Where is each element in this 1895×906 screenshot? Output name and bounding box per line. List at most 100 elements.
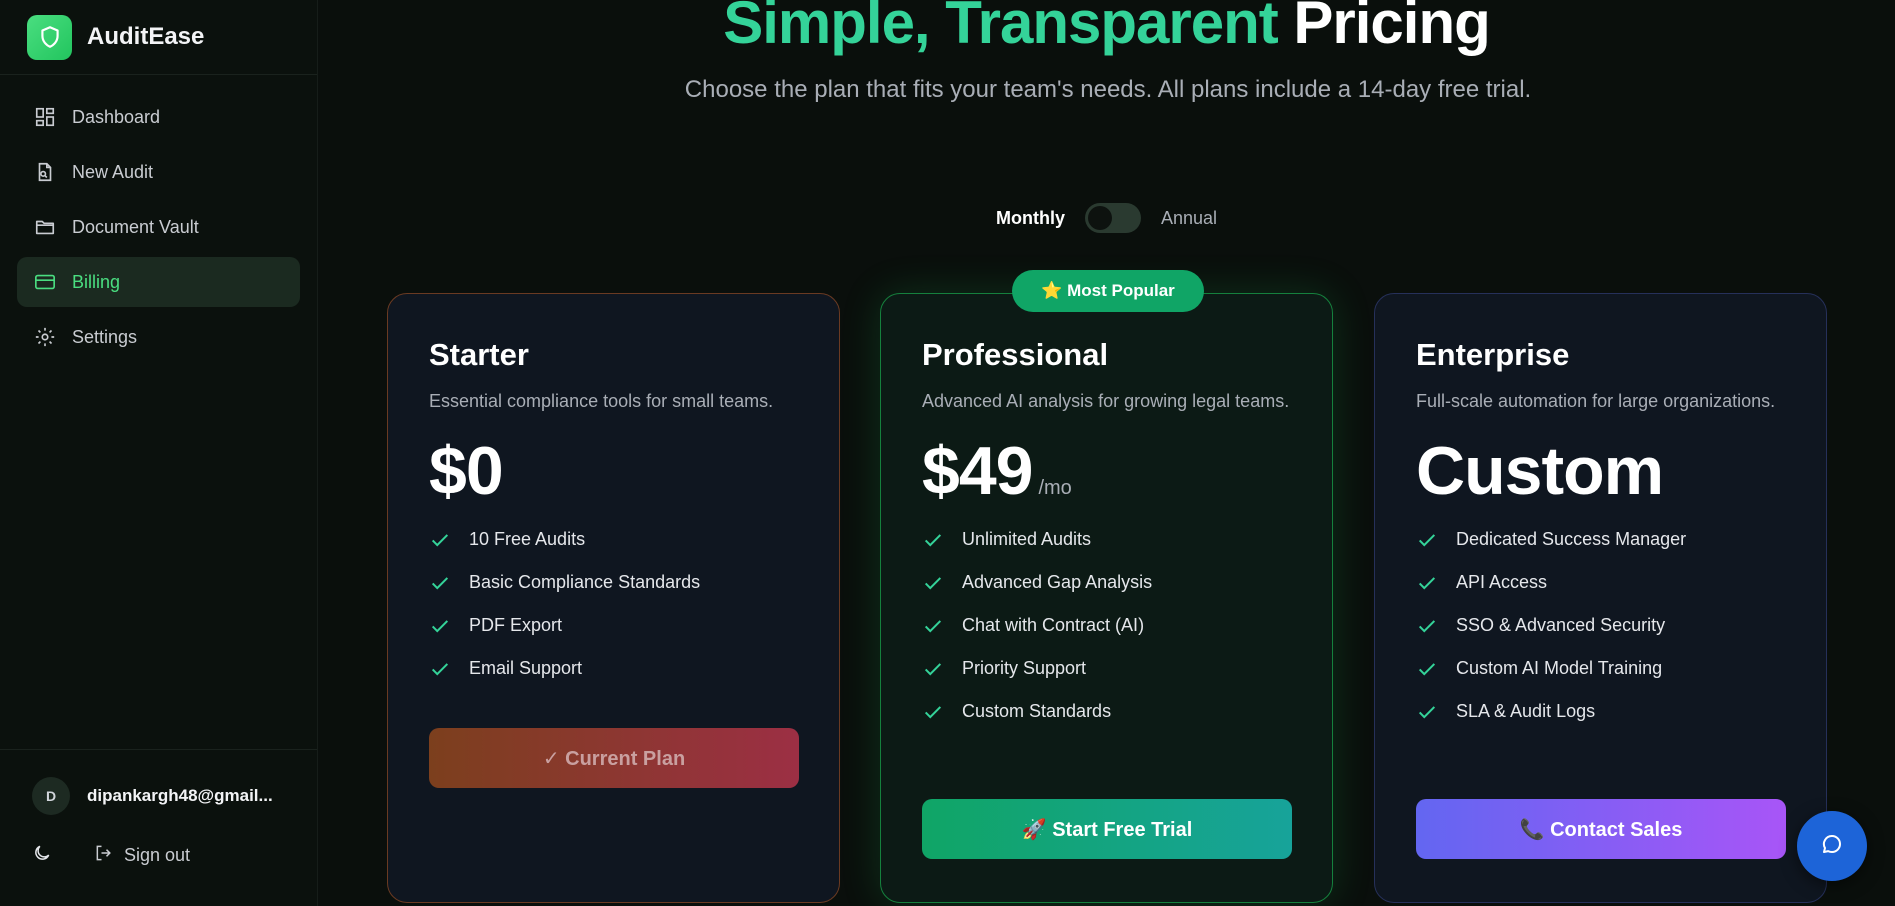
sidebar-item-billing[interactable]: Billing [17,257,300,307]
user-email: dipankargh48@gmail... [87,786,273,805]
check-icon [922,657,946,681]
check-icon [429,614,453,638]
shield-logo-icon [27,14,72,60]
list-item: PDF Export [429,604,798,647]
feature-text: SSO & Advanced Security [1456,615,1666,635]
avatar: D [32,777,70,815]
feature-text: Priority Support [962,658,1087,678]
list-item: Email Support [429,647,798,690]
plan-card-starter: Starter Essential compliance tools for s… [387,293,840,903]
most-popular-badge: ⭐ Most Popular [1012,270,1204,312]
sign-out-button[interactable]: Sign out [94,843,190,868]
feature-text: Chat with Contract (AI) [962,615,1145,635]
page-title: Simple, Transparent Pricing [318,0,1895,57]
check-icon [922,700,946,724]
plan-card-enterprise: Enterprise Full-scale automation for lar… [1374,293,1827,903]
title-accent: Simple, Transparent [723,0,1279,56]
list-item: Custom Standards [922,690,1291,733]
feature-text: Basic Compliance Standards [469,572,701,592]
list-item: Chat with Contract (AI) [922,604,1291,647]
app-name: AuditEase [87,23,205,50]
gear-icon [32,324,58,350]
feature-list: Dedicated Success Manager API Access SSO… [1416,518,1785,733]
feature-text: SLA & Audit Logs [1456,701,1596,721]
plan-price: $0 [429,432,798,510]
feature-text: PDF Export [469,615,563,635]
dashboard-icon [32,104,58,130]
pricing-page: Simple, Transparent Pricing Choose the p… [318,0,1895,906]
plan-description: Essential compliance tools for small tea… [429,391,774,411]
page-subtitle: Choose the plan that fits your team's ne… [684,76,1532,103]
annual-label[interactable]: Annual [1161,208,1217,229]
check-icon [429,657,453,681]
sidebar-item-document-vault[interactable]: Document Vault [17,202,300,252]
check-icon [429,571,453,595]
contact-sales-button[interactable]: 📞 Contact Sales [1416,799,1786,859]
check-icon [1416,614,1440,638]
check-icon [922,528,946,552]
credit-card-icon [32,269,58,295]
list-item: SLA & Audit Logs [1416,690,1785,733]
plan-description: Full-scale automation for large organiza… [1416,391,1776,411]
list-item: Basic Compliance Standards [429,561,798,604]
feature-text: API Access [1456,572,1548,592]
sidebar-item-dashboard[interactable]: Dashboard [17,92,300,142]
sign-out-label: Sign out [124,845,191,865]
sidebar-item-settings[interactable]: Settings [17,312,300,362]
feature-text: 10 Free Audits [469,529,586,549]
file-search-icon [32,159,58,185]
plan-name: Starter [429,337,529,372]
feature-text: Custom Standards [962,701,1112,721]
check-icon [1416,528,1440,552]
check-icon [922,571,946,595]
sidebar-actions: Sign out [0,815,317,868]
brand[interactable]: AuditEase [0,0,317,75]
list-item: Priority Support [922,647,1291,690]
feature-text: Dedicated Success Manager [1456,529,1687,549]
sidebar-item-label: Document Vault [72,216,199,237]
sidebar-item-label: Settings [72,326,138,347]
price-period: /mo [1038,477,1072,499]
price-amount: $0 [429,433,504,509]
list-item: Advanced Gap Analysis [922,561,1291,604]
switch-knob [1087,206,1112,230]
check-icon [1416,657,1440,681]
feature-text: Custom AI Model Training [1456,658,1663,678]
check-icon [1416,700,1440,724]
chat-button[interactable] [1797,811,1867,881]
plan-name: Professional [922,337,1109,372]
list-item: SSO & Advanced Security [1416,604,1785,647]
check-icon [1416,571,1440,595]
plan-name: Enterprise [1416,337,1570,372]
title-plain: Pricing [1293,0,1490,56]
user-profile[interactable]: D dipankargh48@gmail... [0,750,317,815]
feature-text: Unlimited Audits [962,529,1092,549]
check-icon [429,528,453,552]
billing-period-toggle: Monthly Annual [318,203,1895,233]
sidebar-nav: Dashboard New Audit Document Vault Billi… [0,75,317,362]
sidebar-item-label: Billing [72,271,121,292]
list-item: Custom AI Model Training [1416,647,1785,690]
list-item: 10 Free Audits [429,518,798,561]
sidebar-item-new-audit[interactable]: New Audit [17,147,300,197]
billing-switch[interactable] [1084,203,1141,233]
feature-list: 10 Free Audits Basic Compliance Standard… [429,518,798,690]
plan-price: $49 /mo [922,432,1291,510]
list-item: Unlimited Audits [922,518,1291,561]
chat-bubble-icon [1820,832,1844,861]
feature-text: Advanced Gap Analysis [962,572,1153,592]
feature-text: Email Support [469,658,583,678]
sidebar-item-label: Dashboard [72,106,161,127]
price-amount: $49 [922,433,1033,509]
plan-price: Custom [1416,432,1785,510]
monthly-label[interactable]: Monthly [996,208,1065,229]
current-plan-button[interactable]: ✓ Current Plan [429,728,799,788]
plan-card-professional: ⭐ Most Popular Professional Advanced AI … [880,270,1333,903]
check-icon [922,614,946,638]
feature-list: Unlimited Audits Advanced Gap Analysis C… [922,518,1291,733]
log-out-icon [94,843,114,868]
folder-icon [32,214,58,240]
theme-toggle-moon-icon[interactable] [32,843,52,868]
sidebar-item-label: New Audit [72,161,154,182]
start-free-trial-button[interactable]: 🚀 Start Free Trial [922,799,1292,859]
